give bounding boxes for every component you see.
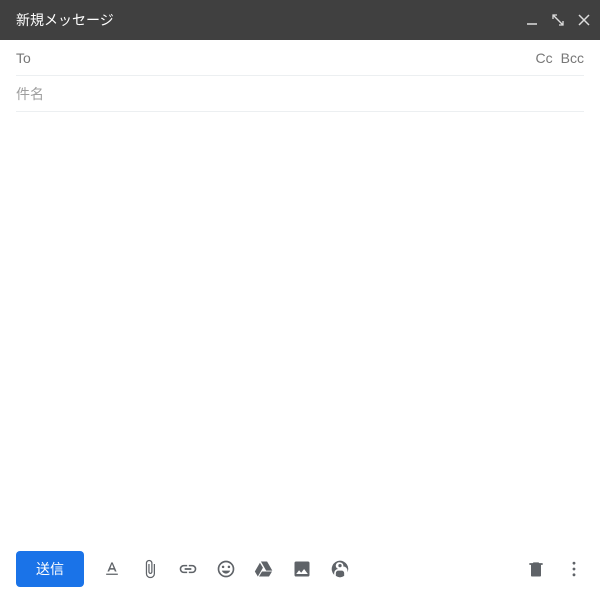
confidential-mode-icon[interactable] (330, 559, 350, 579)
fullscreen-button[interactable] (550, 12, 566, 28)
titlebar: 新規メッセージ (0, 0, 600, 40)
bcc-button[interactable]: Bcc (561, 50, 584, 66)
to-label: To (16, 50, 31, 66)
link-icon[interactable] (178, 559, 198, 579)
to-input[interactable] (37, 50, 536, 66)
attach-icon[interactable] (140, 559, 160, 579)
send-button[interactable]: 送信 (16, 551, 84, 587)
discard-icon[interactable] (526, 559, 546, 579)
subject-input[interactable] (16, 86, 584, 102)
cc-button[interactable]: Cc (536, 50, 553, 66)
message-body[interactable] (0, 112, 600, 543)
formatting-icon[interactable] (102, 559, 122, 579)
close-button[interactable] (576, 12, 592, 28)
emoji-icon[interactable] (216, 559, 236, 579)
drive-icon[interactable] (254, 559, 274, 579)
subject-field-row[interactable] (16, 76, 584, 112)
image-icon[interactable] (292, 559, 312, 579)
to-field-row[interactable]: To Cc Bcc (16, 40, 584, 76)
window-title: 新規メッセージ (16, 10, 524, 30)
more-options-icon[interactable] (564, 559, 584, 579)
compose-toolbar: 送信 (0, 543, 600, 595)
minimize-button[interactable] (524, 12, 540, 28)
window-controls (524, 12, 592, 28)
